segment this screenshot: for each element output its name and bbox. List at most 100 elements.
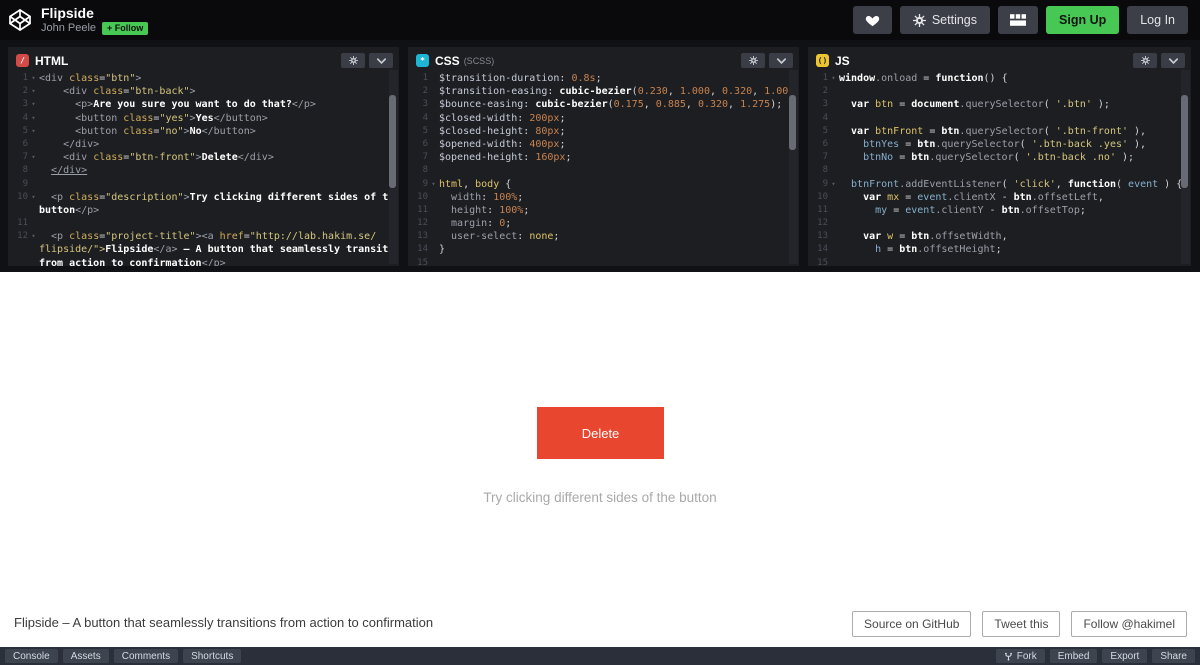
code-line[interactable]: 4▾ <button class="yes">Yes</button> — [8, 112, 389, 125]
comments-button[interactable]: Comments — [114, 649, 178, 663]
share-button[interactable]: Share — [1152, 649, 1195, 663]
fold-spacer — [428, 164, 439, 177]
code-line[interactable]: 5▾ <button class="no">No</button> — [8, 125, 389, 138]
scrollbar-thumb[interactable] — [789, 95, 796, 150]
love-button[interactable] — [853, 6, 892, 34]
delete-button[interactable]: Delete — [537, 407, 664, 459]
top-header: Flipside John Peele + Follow — [0, 0, 1200, 40]
assets-button[interactable]: Assets — [63, 649, 109, 663]
html-settings-button[interactable] — [341, 53, 365, 68]
code-line[interactable]: 3$bounce-easing: cubic-bezier(0.175, 0.8… — [408, 98, 789, 111]
change-view-button[interactable] — [998, 6, 1038, 34]
fold-arrow-icon[interactable]: ▾ — [28, 151, 39, 164]
code-token: , — [463, 179, 475, 190]
follow-hakimel-button[interactable]: Follow @hakimel — [1071, 611, 1187, 637]
code-line[interactable]: 10 var mx = event.clientX - btn.offsetLe… — [808, 191, 1181, 204]
code-line[interactable]: 6 </div> — [8, 138, 389, 151]
code-line[interactable]: 11 — [8, 217, 389, 230]
fold-arrow-icon[interactable]: ▾ — [828, 178, 839, 191]
console-button[interactable]: Console — [5, 649, 58, 663]
line-number: 14 — [408, 243, 428, 256]
code-line[interactable]: 15 — [808, 257, 1181, 266]
code-line[interactable]: 4 — [808, 112, 1181, 125]
fold-arrow-icon[interactable]: ▾ — [28, 112, 39, 125]
log-in-button[interactable]: Log In — [1127, 6, 1188, 34]
html-code-editor[interactable]: 1▾<div class="btn">2▾ <div class="btn-ba… — [8, 72, 389, 266]
sign-up-button[interactable]: Sign Up — [1046, 6, 1119, 34]
css-code-editor[interactable]: 1$transition-duration: 0.8s;2$transition… — [408, 72, 789, 266]
code-line[interactable]: from action to confirmation</p> — [8, 257, 389, 266]
code-line[interactable]: 1▾<div class="btn"> — [8, 72, 389, 85]
code-line[interactable]: 1$transition-duration: 0.8s; — [408, 72, 789, 85]
code-text: </div> — [39, 138, 389, 151]
code-line[interactable]: 12▾ <p class="project-title"><a href="ht… — [8, 230, 389, 243]
code-line[interactable]: 7 btnNo = btn.querySelector( '.btn-back … — [808, 151, 1181, 164]
code-line[interactable]: 12 — [808, 217, 1181, 230]
code-line[interactable]: 5 var btnFront = btn.querySelector( '.bt… — [808, 125, 1181, 138]
code-line[interactable]: 8 </div> — [8, 164, 389, 177]
tweet-this-button[interactable]: Tweet this — [982, 611, 1060, 637]
fold-arrow-icon[interactable]: ▾ — [28, 98, 39, 111]
code-line[interactable]: 6 btnYes = btn.querySelector( '.btn-back… — [808, 138, 1181, 151]
code-line[interactable]: button</p> — [8, 204, 389, 217]
code-text: var w = btn.offsetWidth, — [839, 230, 1181, 243]
js-settings-button[interactable] — [1133, 53, 1157, 68]
source-on-github-button[interactable]: Source on GitHub — [852, 611, 971, 637]
code-line[interactable]: 4$closed-width: 200px; — [408, 112, 789, 125]
code-line[interactable]: 2$transition-easing: cubic-bezier(0.230,… — [408, 85, 789, 98]
code-line[interactable]: 8 — [408, 164, 789, 177]
code-line[interactable]: 7▾ <div class="btn-front">Delete</div> — [8, 151, 389, 164]
code-line[interactable]: 13 user-select: none; — [408, 230, 789, 243]
code-line[interactable]: 8 — [808, 164, 1181, 177]
follow-button[interactable]: + Follow — [102, 22, 148, 35]
code-line[interactable]: 14} — [408, 243, 789, 256]
code-text: </div> — [39, 164, 389, 177]
js-scrollbar[interactable] — [1181, 70, 1190, 264]
scrollbar-thumb[interactable] — [1181, 95, 1188, 188]
css-scrollbar[interactable] — [789, 70, 798, 264]
code-line[interactable]: 15 — [408, 257, 789, 266]
code-line[interactable]: 13 var w = btn.offsetWidth, — [808, 230, 1181, 243]
code-line[interactable]: 9 — [8, 178, 389, 191]
code-line[interactable]: 2 — [808, 85, 1181, 98]
code-line[interactable]: 11 my = event.clientY - btn.offsetTop; — [808, 204, 1181, 217]
code-line[interactable]: 1▾window.onload = function() { — [808, 72, 1181, 85]
code-line[interactable]: 7$opened-height: 160px; — [408, 151, 789, 164]
fold-arrow-icon[interactable]: ▾ — [28, 85, 39, 98]
fold-arrow-icon[interactable]: ▾ — [28, 72, 39, 85]
codepen-logo-icon[interactable] — [8, 8, 32, 32]
fold-arrow-icon[interactable]: ▾ — [828, 72, 839, 85]
html-collapse-button[interactable] — [369, 53, 393, 68]
code-line[interactable]: 2▾ <div class="btn-back"> — [8, 85, 389, 98]
css-settings-button[interactable] — [741, 53, 765, 68]
code-line[interactable]: 5$closed-height: 80px; — [408, 125, 789, 138]
fold-arrow-icon[interactable]: ▾ — [428, 178, 439, 191]
css-collapse-button[interactable] — [769, 53, 793, 68]
fork-button[interactable]: Fork — [996, 649, 1045, 663]
code-line[interactable]: 10 width: 100%; — [408, 191, 789, 204]
fold-arrow-icon[interactable]: ▾ — [28, 191, 39, 204]
fold-arrow-icon[interactable]: ▾ — [28, 125, 39, 138]
code-line[interactable]: 10▾ <p class="description">Try clicking … — [8, 191, 389, 204]
shortcuts-button[interactable]: Shortcuts — [183, 649, 241, 663]
code-line[interactable]: 9▾html, body { — [408, 178, 789, 191]
code-line[interactable]: 11 height: 100%; — [408, 204, 789, 217]
code-token: ), — [1128, 126, 1146, 137]
js-collapse-button[interactable] — [1161, 53, 1185, 68]
export-button[interactable]: Export — [1102, 649, 1147, 663]
code-line[interactable]: 9▾ btnFront.addEventListener( 'click', f… — [808, 178, 1181, 191]
code-line[interactable]: 14 h = btn.offsetHeight; — [808, 243, 1181, 256]
scrollbar-thumb[interactable] — [389, 95, 396, 188]
code-line[interactable]: 3 var btn = document.querySelector( '.bt… — [808, 98, 1181, 111]
code-line[interactable]: 6$opened-width: 400px; — [408, 138, 789, 151]
js-code-editor[interactable]: 1▾window.onload = function() {23 var btn… — [808, 72, 1181, 266]
code-line[interactable]: flipside/">Flipside</a> – A button that … — [8, 243, 389, 256]
settings-button[interactable]: Settings — [900, 6, 990, 34]
pen-author[interactable]: John Peele — [41, 22, 96, 34]
code-line[interactable]: 12 margin: 0; — [408, 217, 789, 230]
html-scrollbar[interactable] — [389, 70, 398, 264]
line-number: 3 — [8, 98, 28, 111]
fold-arrow-icon[interactable]: ▾ — [28, 230, 39, 243]
embed-button[interactable]: Embed — [1050, 649, 1098, 663]
code-line[interactable]: 3▾ <p>Are you sure you want to do that?<… — [8, 98, 389, 111]
